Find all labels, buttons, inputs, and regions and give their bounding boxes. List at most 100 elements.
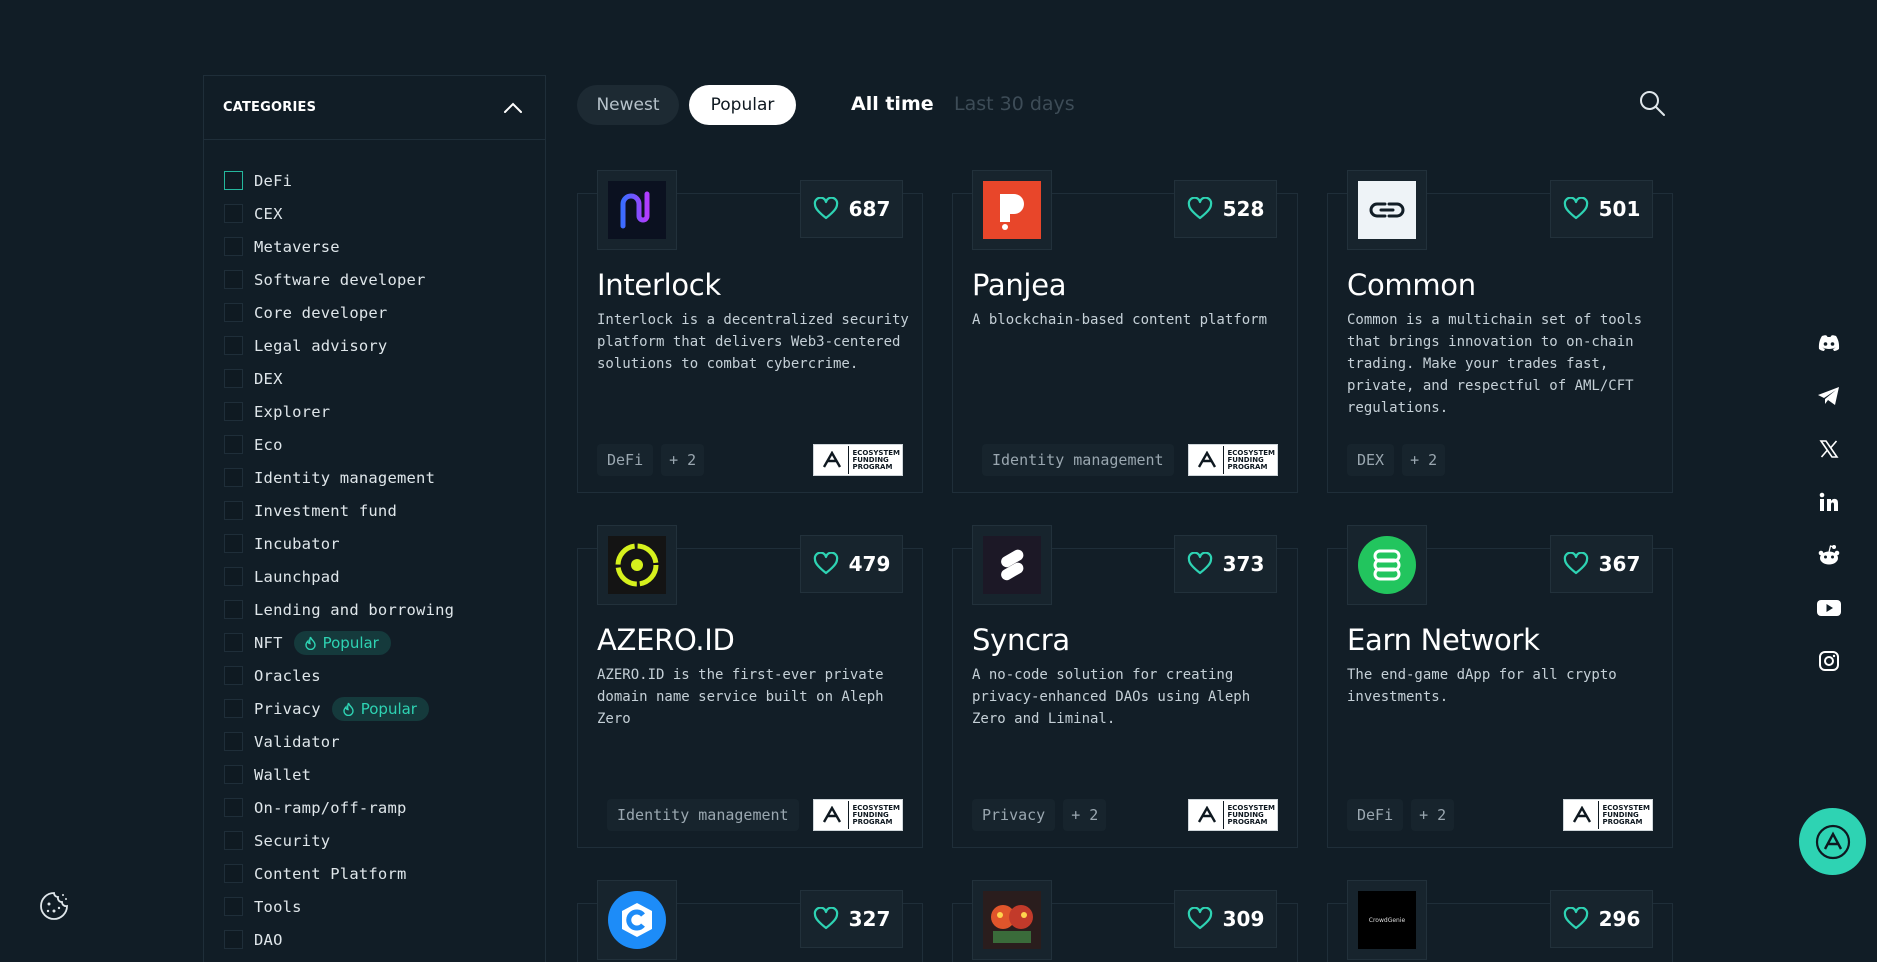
category-item[interactable]: Launchpad [204, 560, 545, 593]
category-item[interactable]: Tools [204, 890, 545, 923]
category-checkbox[interactable] [224, 270, 243, 289]
category-checkbox[interactable] [224, 567, 243, 586]
project-title[interactable]: AZERO.ID [597, 623, 735, 657]
character-logo-icon [983, 891, 1041, 949]
category-checkbox[interactable] [224, 369, 243, 388]
project-title[interactable]: Panjea [972, 268, 1067, 302]
category-checkbox[interactable] [224, 765, 243, 784]
telegram-icon[interactable] [1816, 383, 1842, 409]
syncra-logo-icon [983, 536, 1041, 594]
category-item[interactable]: DEX [204, 362, 545, 395]
linkedin-icon[interactable] [1816, 489, 1842, 515]
cookie-icon[interactable] [38, 890, 70, 922]
like-button[interactable]: 528 [1174, 180, 1277, 238]
project-title[interactable]: Interlock [597, 268, 721, 302]
categories-header[interactable]: CATEGORIES [204, 76, 545, 140]
category-tag[interactable]: DeFi [1347, 799, 1404, 831]
category-item[interactable]: Incubator [204, 527, 545, 560]
ecosystem-funding-badge: ECOSYSTEM FUNDING PROGRAM [813, 444, 903, 476]
project-title[interactable]: Syncra [972, 623, 1070, 657]
search-icon[interactable] [1638, 89, 1666, 117]
aleph-zero-icon [1566, 801, 1600, 829]
reddit-icon[interactable] [1816, 542, 1842, 568]
sort-popular-button[interactable]: Popular [689, 85, 796, 125]
category-tag[interactable]: DeFi [597, 444, 654, 476]
category-checkbox[interactable] [224, 303, 243, 322]
category-checkbox[interactable] [224, 732, 243, 751]
category-item[interactable]: Privacy Popular [204, 692, 545, 725]
like-button[interactable]: 373 [1174, 535, 1277, 593]
category-label: Software developer [254, 270, 426, 289]
category-checkbox[interactable] [224, 699, 243, 718]
category-checkbox[interactable] [224, 336, 243, 355]
like-button[interactable]: 367 [1550, 535, 1653, 593]
category-checkbox[interactable] [224, 798, 243, 817]
category-item[interactable]: Core developer [204, 296, 545, 329]
instagram-icon[interactable] [1816, 648, 1842, 674]
category-checkbox[interactable] [224, 600, 243, 619]
category-checkbox[interactable] [224, 501, 243, 520]
category-checkbox[interactable] [224, 237, 243, 256]
project-title[interactable]: Earn Network [1347, 623, 1540, 657]
sort-newest-button[interactable]: Newest [577, 85, 679, 125]
category-checkbox[interactable] [224, 864, 243, 883]
category-item[interactable]: Identity management [204, 461, 545, 494]
category-item[interactable]: Explorer [204, 395, 545, 428]
period-last-30-days-tab[interactable]: Last 30 days [954, 93, 1075, 115]
more-tags[interactable]: + 2 [661, 444, 705, 476]
category-item[interactable]: Validator [204, 725, 545, 758]
category-checkbox[interactable] [224, 468, 243, 487]
category-item[interactable]: Software developer [204, 263, 545, 296]
category-checkbox[interactable] [224, 204, 243, 223]
category-item[interactable]: Wallet [204, 758, 545, 791]
popular-badge-label: Popular [322, 633, 379, 652]
category-checkbox[interactable] [224, 897, 243, 916]
more-tags[interactable]: + 2 [1411, 799, 1455, 831]
discord-icon[interactable] [1816, 330, 1842, 356]
project-title[interactable]: Common [1347, 268, 1476, 302]
category-item[interactable]: Content Platform [204, 857, 545, 890]
category-tag[interactable]: Privacy [972, 799, 1056, 831]
category-item[interactable]: On-ramp/off-ramp [204, 791, 545, 824]
more-tags[interactable]: + 2 [1402, 444, 1446, 476]
category-item[interactable]: DAO [204, 923, 545, 956]
category-item[interactable]: Legal advisory [204, 329, 545, 362]
category-checkbox[interactable] [224, 930, 243, 949]
category-checkbox[interactable] [224, 171, 243, 190]
project-description: A blockchain-based content platform [972, 312, 1268, 328]
like-button[interactable]: 479 [800, 535, 903, 593]
like-button[interactable]: 327 [800, 890, 903, 948]
category-checkbox[interactable] [224, 534, 243, 553]
category-item[interactable]: NFT Popular [204, 626, 545, 659]
category-item[interactable]: CEX [204, 197, 545, 230]
category-item[interactable]: Oracles [204, 659, 545, 692]
aleph-zero-fab[interactable] [1799, 808, 1866, 875]
like-button[interactable]: 501 [1550, 180, 1653, 238]
category-item[interactable]: Investment fund [204, 494, 545, 527]
x-icon[interactable] [1816, 436, 1842, 462]
category-checkbox[interactable] [224, 633, 243, 652]
like-button[interactable]: 309 [1174, 890, 1277, 948]
heart-icon [813, 907, 838, 930]
category-tag[interactable]: Identity management [607, 799, 799, 831]
category-item[interactable]: Metaverse [204, 230, 545, 263]
category-item[interactable]: Security [204, 824, 545, 857]
category-item[interactable]: DeFi [204, 164, 545, 197]
category-checkbox[interactable] [224, 402, 243, 421]
popular-badge: Popular [293, 630, 391, 655]
period-all-time-tab[interactable]: All time [851, 93, 934, 115]
chevron-up-icon[interactable] [501, 96, 525, 120]
category-label: Explorer [254, 402, 331, 421]
category-item[interactable]: Lending and borrowing [204, 593, 545, 626]
like-button[interactable]: 296 [1550, 890, 1653, 948]
category-tag[interactable]: Identity management [982, 444, 1174, 476]
more-tags[interactable]: + 2 [1063, 799, 1107, 831]
category-tag[interactable]: DEX [1347, 444, 1395, 476]
category-item[interactable]: Eco [204, 428, 545, 461]
youtube-icon[interactable] [1816, 595, 1842, 621]
category-label: CEX [254, 204, 283, 223]
like-button[interactable]: 687 [800, 180, 903, 238]
category-checkbox[interactable] [224, 435, 243, 454]
category-checkbox[interactable] [224, 831, 243, 850]
category-checkbox[interactable] [224, 666, 243, 685]
